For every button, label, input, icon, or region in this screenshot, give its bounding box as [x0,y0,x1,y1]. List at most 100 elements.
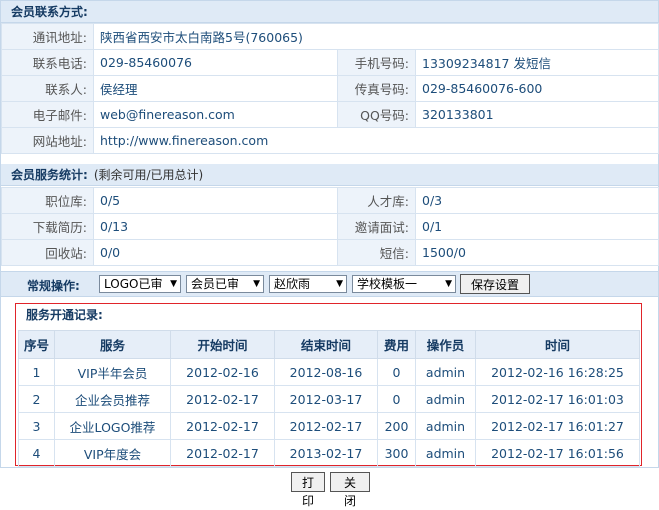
stats-table: 职位库: 0/5 人才库: 0/3 下载简历: 0/13 邀请面试: 0/1 回… [1,187,659,266]
phone-value: 029-85460076 [93,49,338,76]
contact-table: 通讯地址: 陕西省西安市太白南路5号(760065) 联系电话: 029-854… [1,23,659,154]
template-select[interactable]: 学校模板一 ▼ [352,275,456,293]
records-table: 序号 服务 开始时间 结束时间 费用 操作员 时间 1 VIP半年会员 2012… [18,330,640,467]
sms-value: 1500/0 [415,239,659,266]
chevron-down-icon: ▼ [253,279,260,289]
cell-end: 2012-02-17 [274,412,378,440]
address-value: 陕西省西安市太白南路5号(760065) [92,23,659,50]
person-row: 联系人: 侯经理 传真号码: 029-85460076-600 [1,75,659,102]
invite-value: 0/1 [415,213,659,240]
col-header-start: 开始时间 [170,330,275,359]
cell-operator: admin [415,439,476,467]
recycle-label: 回收站: [1,239,94,266]
stats-section-note: (剩余可用/已用总计) [93,168,204,182]
address-label: 通讯地址: [1,23,94,50]
close-button[interactable]: 关 闭 [330,472,370,508]
contact-section-title: 会员联系方式: [11,5,88,19]
logo-status-select[interactable]: LOGO已审 ▼ [99,275,181,293]
member-detail-page: 会员联系方式: 通讯地址: 陕西省西安市太白南路5号(760065) 联系电话:… [0,0,659,508]
email-value: web@finereason.com [93,101,338,128]
table-row: 1 VIP半年会员 2012-02-16 2012-08-16 0 admin … [18,358,640,386]
cell-service: 企业会员推荐 [54,385,171,413]
chevron-down-icon: ▼ [170,279,177,289]
main-panel: 会员联系方式: 通讯地址: 陕西省西安市太白南路5号(760065) 联系电话:… [0,0,659,468]
person-label: 联系人: [1,75,94,102]
contact-section-header: 会员联系方式: [1,1,658,23]
staff-value: 赵欣雨 [274,277,311,291]
table-row: 2 企业会员推荐 2012-02-17 2012-03-17 0 admin 2… [18,385,640,413]
cell-time: 2012-02-16 16:28:25 [475,358,640,386]
member-status-select[interactable]: 会员已审 ▼ [186,275,264,293]
stats-section-title: 会员服务统计: [11,168,88,182]
resume-value: 0/13 [93,213,338,240]
jobs-label: 职位库: [1,187,94,214]
website-row: 网站地址: http://www.finereason.com [1,127,659,154]
cell-start: 2012-02-17 [170,385,275,413]
staff-select[interactable]: 赵欣雨 ▼ [269,275,347,293]
cell-service: VIP半年会员 [54,358,171,386]
recycle-value: 0/0 [93,239,338,266]
service-records-box: 服务开通记录: 序号 服务 开始时间 结束时间 费用 操作员 时间 1 VIP半… [15,303,642,467]
cell-end: 2013-02-17 [274,439,378,467]
cell-time: 2012-02-17 16:01:03 [475,385,640,413]
save-settings-button[interactable]: 保存设置 [460,274,530,294]
cell-index: 4 [18,439,55,467]
phone-label: 联系电话: [1,49,94,76]
col-header-service: 服务 [54,330,171,359]
website-value: http://www.finereason.com [92,127,659,154]
cell-end: 2012-08-16 [274,358,378,386]
cell-start: 2012-02-17 [170,439,275,467]
template-value: 学校模板一 [357,277,418,291]
mobile-value[interactable]: 13309234817 发短信 [414,49,659,76]
resume-label: 下载简历: [1,213,94,240]
person-value: 侯经理 [93,75,338,102]
chevron-down-icon: ▼ [336,279,343,289]
qq-label: QQ号码: [337,101,416,128]
cell-index: 2 [18,385,55,413]
chevron-down-icon: ▼ [445,279,452,289]
logo-status-value: LOGO已审 [104,277,163,291]
website-label: 网站地址: [1,127,94,154]
cell-fee: 200 [377,412,416,440]
stats-row-2: 下载简历: 0/13 邀请面试: 0/1 [1,213,659,240]
email-row: 电子邮件: web@finereason.com QQ号码: 320133801 [1,101,659,128]
cell-operator: admin [415,385,476,413]
cell-operator: admin [415,412,476,440]
cell-service: VIP年度会 [54,439,171,467]
talent-value: 0/3 [415,187,659,214]
col-header-index: 序号 [18,330,55,359]
table-row: 3 企业LOGO推荐 2012-02-17 2012-02-17 200 adm… [18,412,640,440]
qq-value: 320133801 [414,101,659,128]
stats-row-3: 回收站: 0/0 短信: 1500/0 [1,239,659,266]
records-header-row: 序号 服务 开始时间 结束时间 费用 操作员 时间 [18,330,640,359]
address-row: 通讯地址: 陕西省西安市太白南路5号(760065) [1,23,659,50]
fax-value: 029-85460076-600 [414,75,659,102]
cell-operator: admin [415,358,476,386]
cell-index: 1 [18,358,55,386]
table-row: 4 VIP年度会 2012-02-17 2013-02-17 300 admin… [18,439,640,467]
operations-bar: 常规操作: LOGO已审 ▼ 会员已审 ▼ 赵欣雨 ▼ 学校模板一 ▼ 保存设置 [1,271,658,297]
col-header-time: 时间 [475,330,640,359]
member-status-value: 会员已审 [191,277,240,291]
cell-index: 3 [18,412,55,440]
cell-fee: 300 [377,439,416,467]
cell-service: 企业LOGO推荐 [54,412,171,440]
cell-fee: 0 [377,385,416,413]
mobile-label: 手机号码: [337,49,416,76]
invite-label: 邀请面试: [337,213,416,240]
cell-fee: 0 [377,358,416,386]
stats-row-1: 职位库: 0/5 人才库: 0/3 [1,187,659,214]
talent-label: 人才库: [337,187,416,214]
col-header-end: 结束时间 [274,330,378,359]
cell-start: 2012-02-17 [170,412,275,440]
cell-end: 2012-03-17 [274,385,378,413]
col-header-operator: 操作员 [415,330,476,359]
cell-time: 2012-02-17 16:01:27 [475,412,640,440]
fax-label: 传真号码: [337,75,416,102]
cell-start: 2012-02-16 [170,358,275,386]
phone-row: 联系电话: 029-85460076 手机号码: 13309234817 发短信 [1,49,659,76]
sms-label: 短信: [337,239,416,266]
print-button[interactable]: 打印 [291,472,325,508]
jobs-value: 0/5 [93,187,338,214]
email-label: 电子邮件: [1,101,94,128]
